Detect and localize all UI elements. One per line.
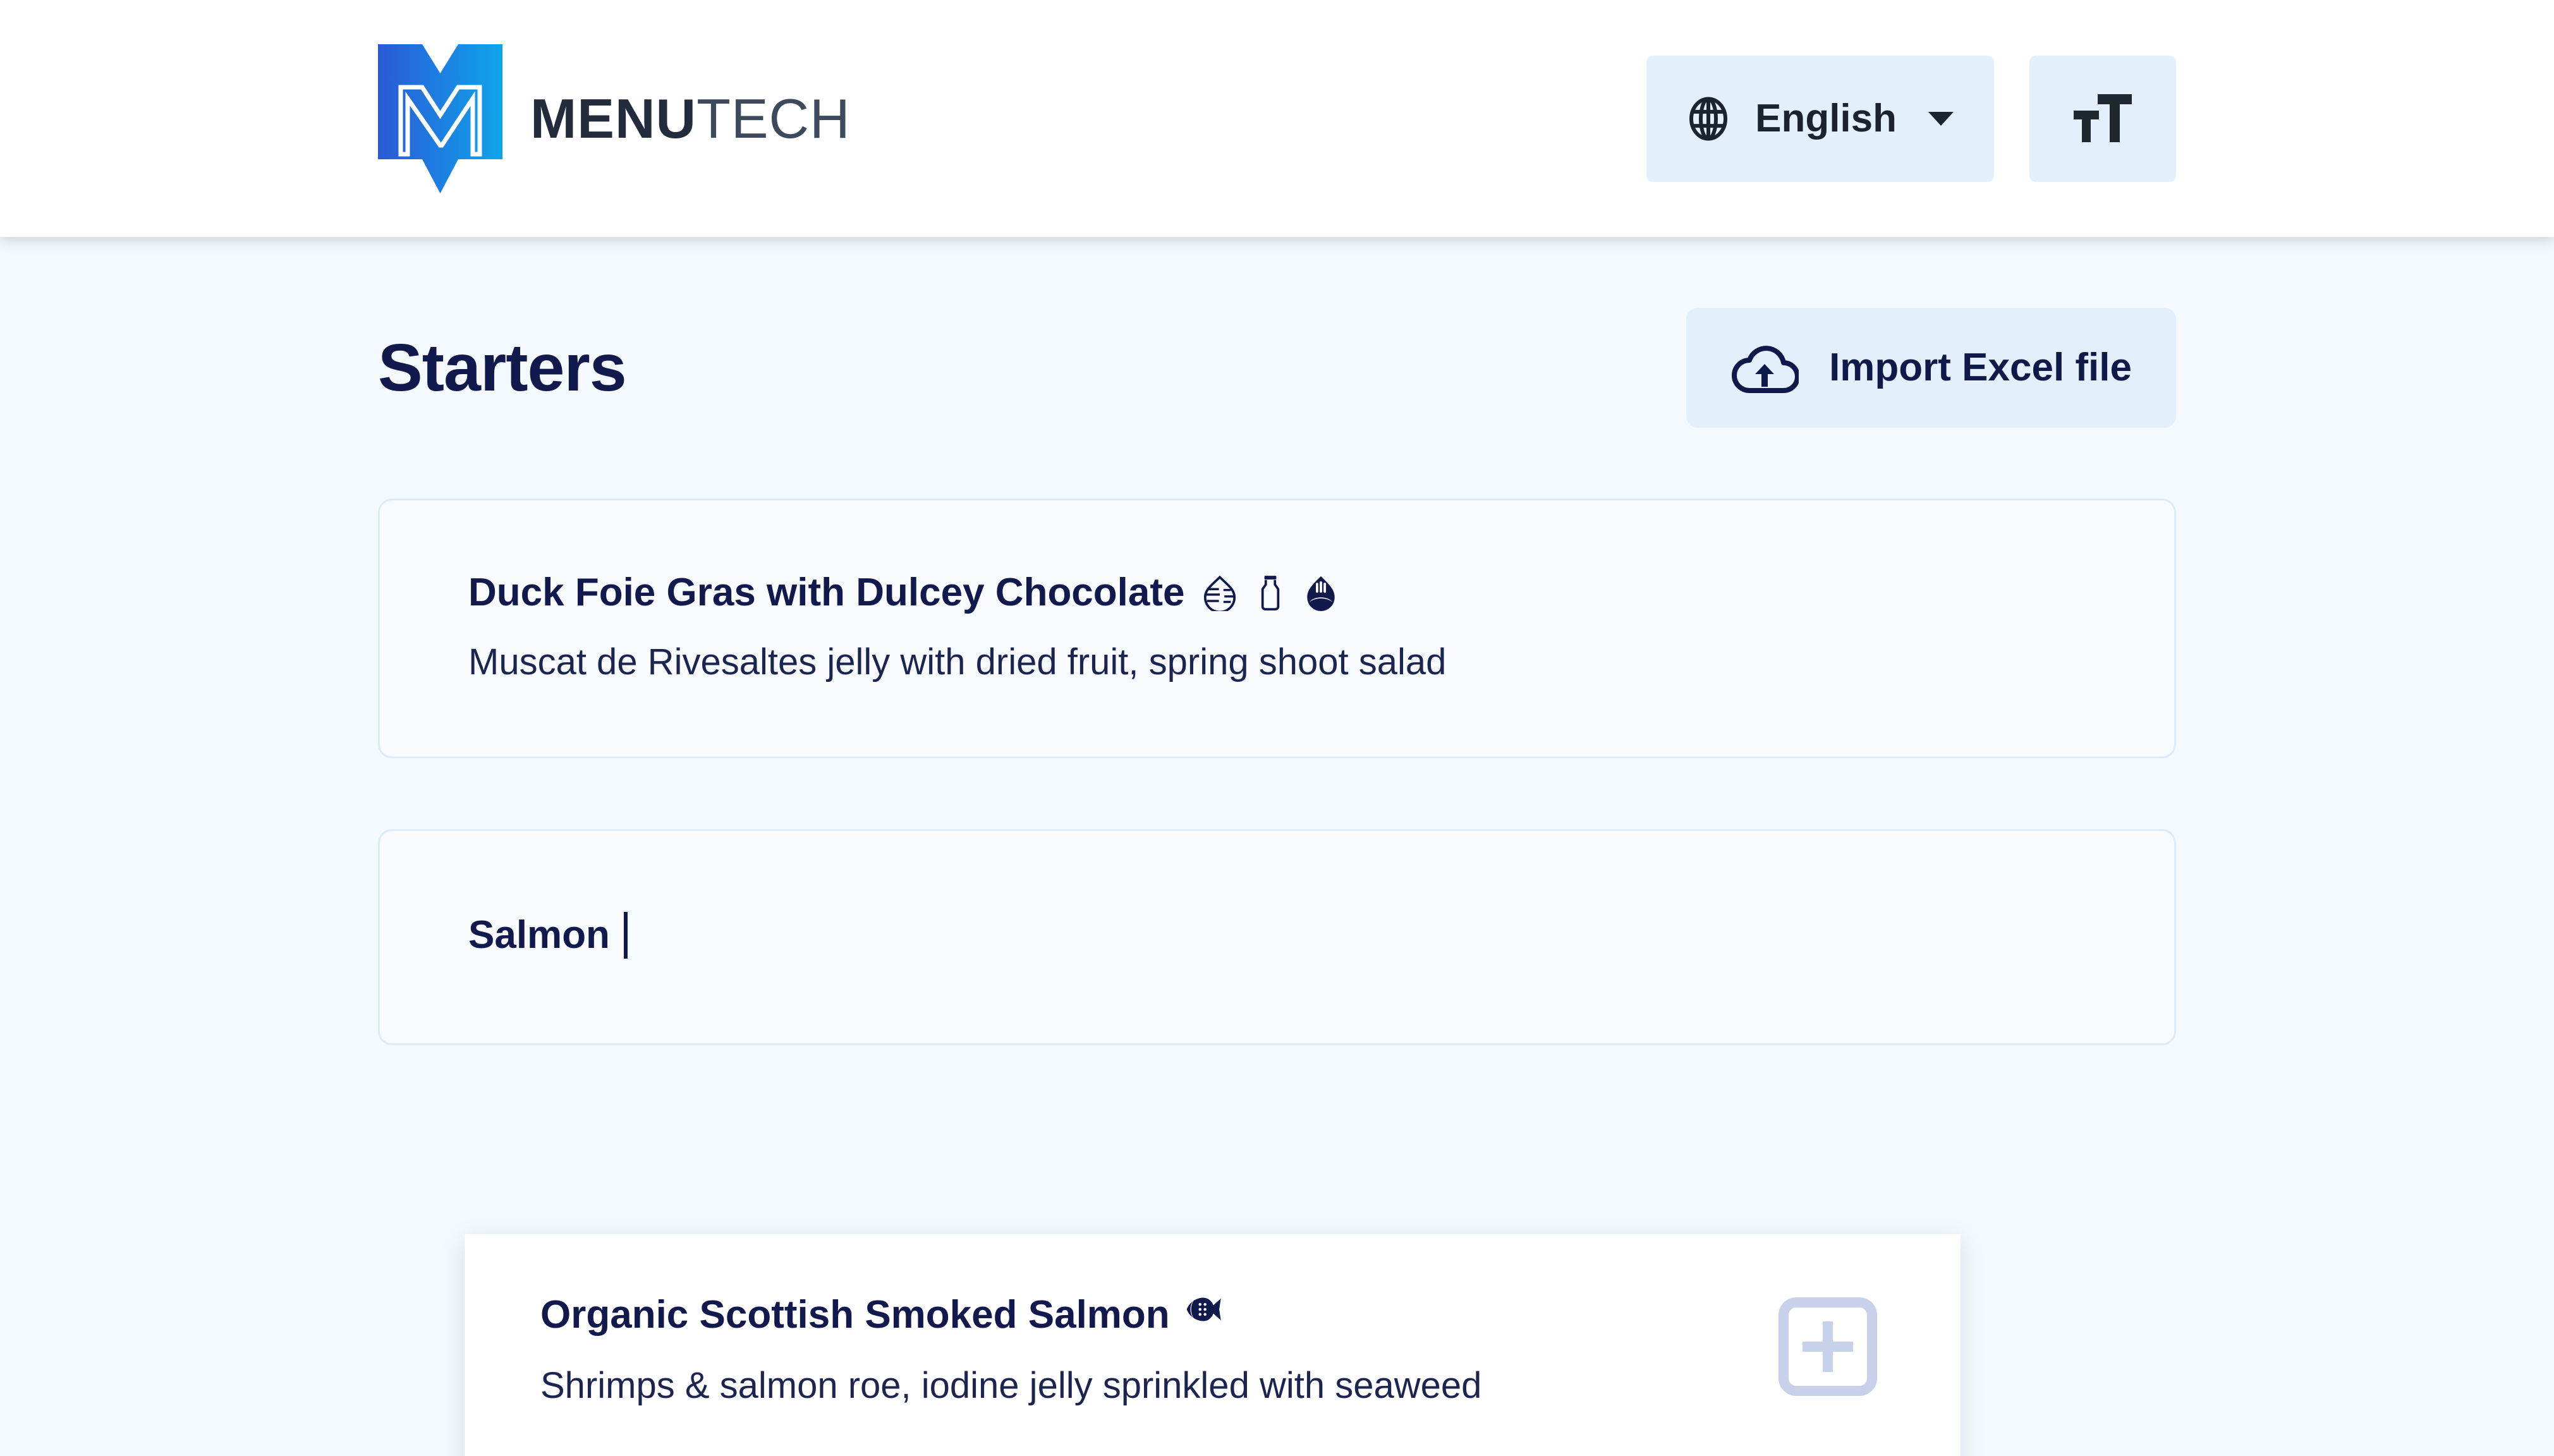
- milk-bottle-icon: [1252, 574, 1289, 611]
- text-size-icon: [2072, 92, 2133, 146]
- cloud-upload-icon: [1730, 341, 1801, 394]
- suggestion-item[interactable]: Organic Scottish Smoked Salmon Shrimps &…: [465, 1234, 1961, 1456]
- dish-title-row: Duck Foie Gras with Dulcey Chocolate: [468, 570, 2086, 615]
- brand-wordmark: MENU TECH: [530, 87, 851, 150]
- import-excel-button[interactable]: Import Excel file: [1686, 308, 2176, 428]
- page-header-row: Starters Import Excel file: [378, 237, 2176, 428]
- app-header: MENU TECH English: [0, 0, 2554, 237]
- header-actions: English: [1646, 55, 2176, 182]
- dish-card-list: Duck Foie Gras with Dulcey Chocolate Mus…: [378, 499, 2176, 1045]
- dish-title-input[interactable]: Salmon: [468, 911, 2086, 959]
- brand-name-light: TECH: [696, 87, 851, 150]
- text-size-button[interactable]: [2029, 55, 2176, 182]
- suggestion-description: Shrimps & salmon roe, iodine jelly sprin…: [540, 1365, 1482, 1407]
- nuts-icon: [1201, 574, 1238, 613]
- dish-card-editing[interactable]: Salmon: [378, 828, 2176, 1045]
- brand-name-bold: MENU: [530, 87, 697, 150]
- import-excel-label: Import Excel file: [1829, 346, 2132, 389]
- language-label: English: [1755, 96, 1897, 140]
- add-suggestion-button[interactable]: [1777, 1296, 1878, 1397]
- page-title: Starters: [378, 331, 627, 405]
- text-caret: [623, 911, 628, 959]
- suggestion-text: Organic Scottish Smoked Salmon Shrimps &…: [540, 1292, 1733, 1408]
- suggestion-title-row: Organic Scottish Smoked Salmon: [540, 1292, 1733, 1337]
- suggestion-title: Organic Scottish Smoked Salmon: [540, 1293, 1170, 1337]
- plus-square-icon: [1777, 1296, 1878, 1397]
- menutech-logo-icon: [378, 44, 502, 193]
- autocomplete-dropdown: Organic Scottish Smoked Salmon Shrimps &…: [465, 1234, 1961, 1456]
- allergen-list: [1185, 1297, 1222, 1333]
- language-selector[interactable]: English: [1646, 55, 1994, 182]
- sesame-seed-icon: [1303, 574, 1339, 611]
- dish-title-input-value: Salmon: [468, 913, 610, 957]
- fish-icon: [1185, 1297, 1222, 1333]
- allergen-list: [1201, 574, 1339, 613]
- dish-card[interactable]: Duck Foie Gras with Dulcey Chocolate Mus…: [378, 499, 2176, 758]
- globe-icon: [1686, 96, 1731, 142]
- dish-title[interactable]: Duck Foie Gras with Dulcey Chocolate: [468, 570, 1185, 615]
- brand: MENU TECH: [378, 44, 851, 193]
- chevron-down-icon: [1927, 109, 1955, 128]
- dish-description[interactable]: Muscat de Rivesaltes jelly with dried fr…: [468, 640, 2086, 684]
- page-content: Starters Import Excel file Duck Foie Gra…: [0, 237, 2554, 1456]
